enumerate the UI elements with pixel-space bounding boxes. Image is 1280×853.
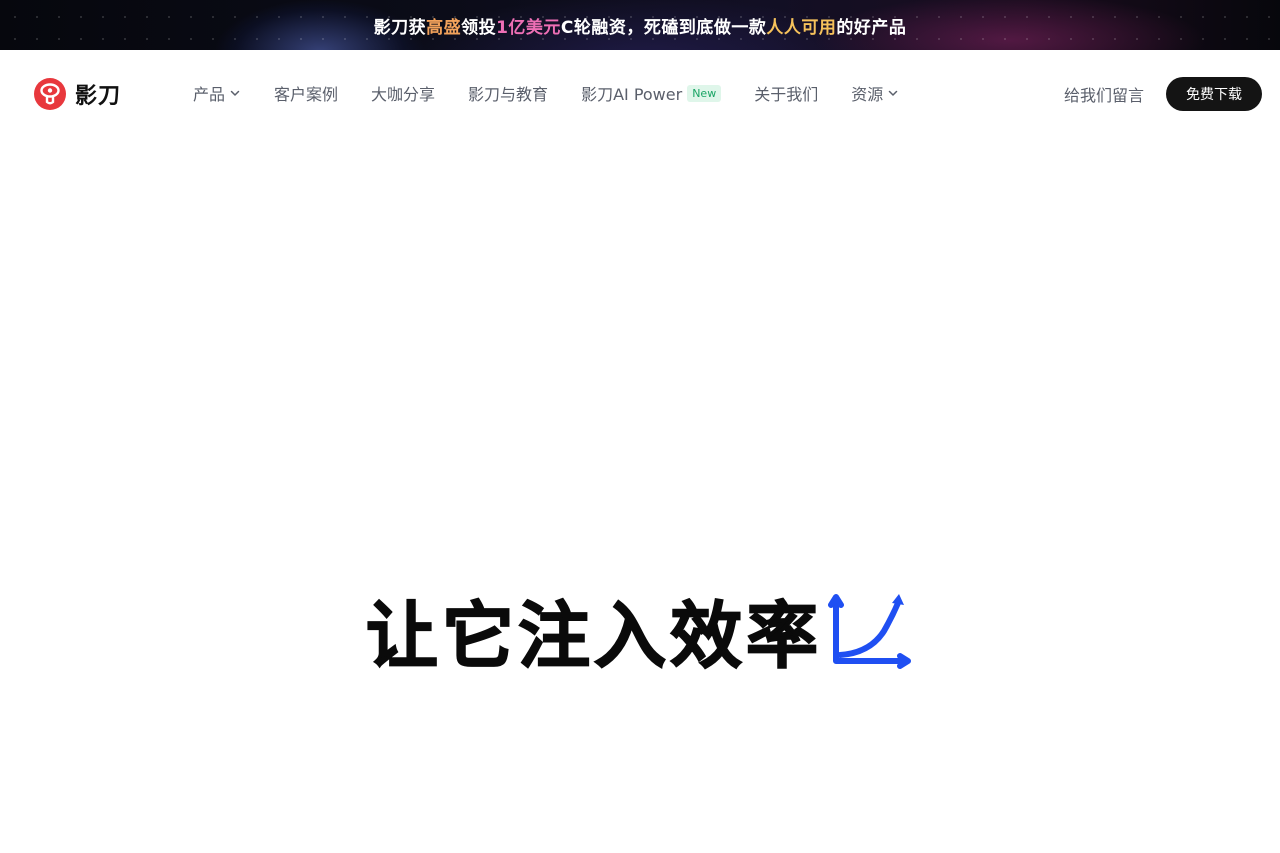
leave-message-link[interactable]: 给我们留言 [1064,82,1144,106]
banner-highlight-amount: 1亿美元 [496,17,561,38]
nav-item-expert-sharing[interactable]: 大咖分享 [371,81,435,105]
hero-section: 让它注入效率 [0,584,1280,678]
new-badge: New [687,84,722,102]
banner-text-part: 领投 [461,17,497,38]
main-menu: 产品 客户案例 大咖分享 影刀与教育 影刀AI Power New 关于我们 资… [193,80,932,106]
nav-item-education[interactable]: 影刀与教育 [468,81,548,105]
nav-item-label: 大咖分享 [371,85,436,104]
logo-text: 影刀 [75,84,122,109]
banner-text-part: C轮融资，死磕到底做一款 [560,17,767,38]
nav-item-label: 关于我们 [754,85,819,104]
nav-item-products[interactable]: 产品 [193,81,241,105]
chevron-down-icon [888,90,898,96]
nav-item-label: 客户案例 [274,85,339,104]
banner-text-part: 的好产品 [836,17,907,38]
nav-item-about-us[interactable]: 关于我们 [754,81,818,105]
top-navigation: 影刀 产品 客户案例 大咖分享 影刀与教育 影刀AI Power New 关于我… [0,50,1280,136]
yingdao-logo-icon [34,78,66,110]
chevron-down-icon [230,90,240,96]
announcement-banner[interactable]: 影刀获 高盛 领投 1亿美元 C轮融资，死磕到底做一款 人人可用 的好产品 [0,0,1280,50]
nav-actions: 给我们留言 免费下载 [1064,77,1262,111]
nav-item-customer-cases[interactable]: 客户案例 [274,81,338,105]
banner-text: 影刀获 高盛 领投 1亿美元 C轮融资，死磕到底做一款 人人可用 的好产品 [0,0,1280,50]
banner-highlight-goldman: 高盛 [426,17,462,38]
banner-highlight-everyone: 人人可用 [766,17,837,38]
nav-item-label: 产品 [193,85,226,104]
nav-item-ai-power[interactable]: 影刀AI Power New [581,81,722,105]
nav-item-resources[interactable]: 资源 [851,81,899,105]
free-download-button[interactable]: 免费下载 [1166,77,1262,111]
site-logo[interactable]: 影刀 [34,78,121,110]
hero-title: 让它注入效率 [365,593,822,679]
nav-item-label: 影刀与教育 [468,85,549,104]
banner-text-part: 影刀获 [373,17,427,38]
nav-item-label: 影刀AI Power [581,85,683,104]
nav-item-label: 资源 [851,85,884,104]
growth-chart-icon [828,594,911,669]
